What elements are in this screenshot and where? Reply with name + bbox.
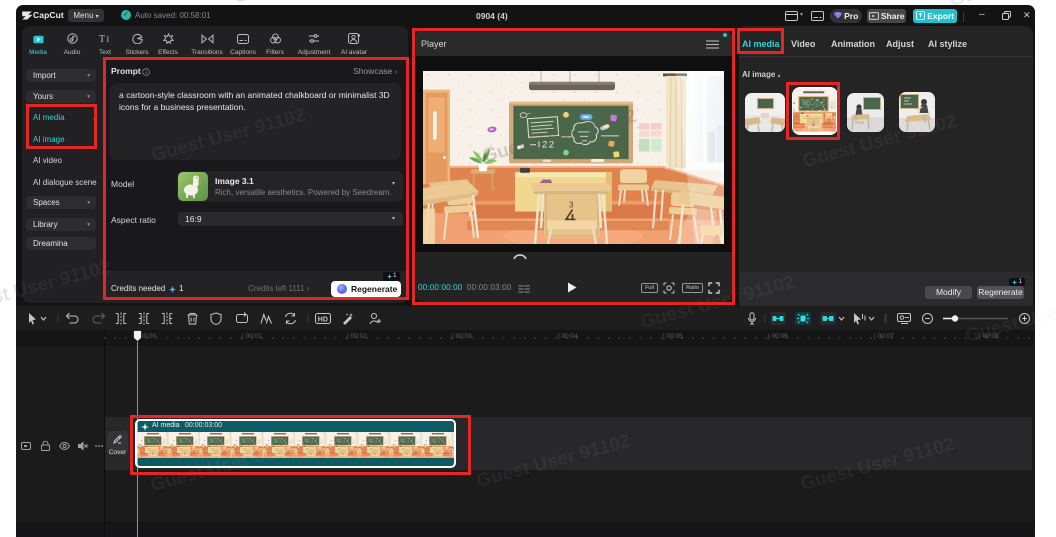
svg-text:HD: HD (318, 317, 328, 324)
svg-text:T: T (99, 34, 105, 44)
svg-text:I: I (107, 35, 110, 44)
